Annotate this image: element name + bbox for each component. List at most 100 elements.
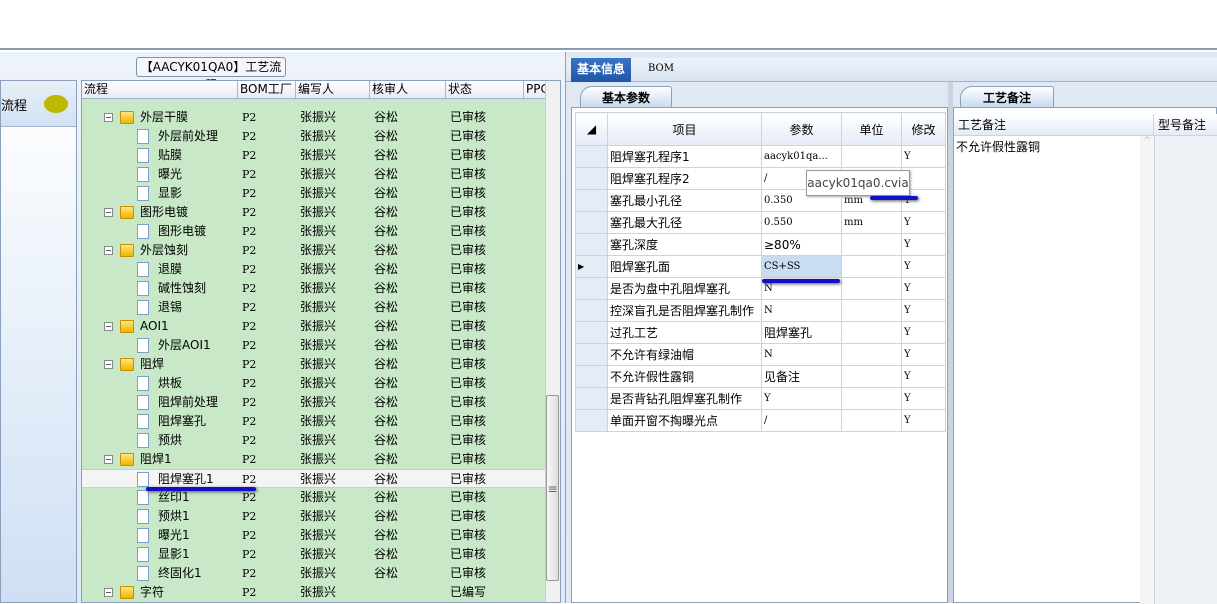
param-modified[interactable]: Y	[901, 387, 946, 410]
tree-row[interactable]: 显影 P2 张振兴 谷松 已审核	[82, 184, 560, 203]
param-modified[interactable]: Y	[901, 299, 946, 322]
param-modified[interactable]: Y	[901, 233, 946, 256]
param-column-header[interactable]: 修改	[901, 112, 946, 146]
param-column-header[interactable]: 单位	[841, 112, 902, 146]
remark-text[interactable]: 不允许假性露铜	[956, 138, 1140, 156]
tree-row[interactable]: 外层前处理 P2 张振兴 谷松 已审核	[82, 127, 560, 146]
column-header[interactable]: BOM工厂	[238, 81, 296, 98]
param-value[interactable]: ≥80%	[761, 233, 842, 256]
param-value[interactable]: N	[761, 343, 842, 366]
param-value[interactable]: aacyk01qa...	[761, 145, 842, 168]
param-value[interactable]: CS+SS	[761, 255, 842, 278]
tree-row[interactable]: − 字符 P2 张振兴 已编写	[82, 583, 560, 602]
tree-row[interactable]: 终固化1 P2 张振兴 谷松 已审核	[82, 564, 560, 583]
param-modified[interactable]: Y	[901, 255, 946, 278]
param-unit[interactable]	[841, 255, 902, 278]
collapse-toggle-icon[interactable]: −	[104, 208, 113, 217]
column-header[interactable]: 流程	[82, 81, 238, 98]
row-indicator[interactable]	[575, 189, 608, 212]
remark-scrollbar[interactable]: ^	[1140, 136, 1154, 604]
param-row[interactable]: 塞孔深度 ≥80% Y	[575, 233, 946, 256]
tree-row[interactable]: − 外层蚀刻 P2 张振兴 谷松 已审核	[82, 241, 560, 260]
tree-row[interactable]: 曝光 P2 张振兴 谷松 已审核	[82, 165, 560, 184]
tree-row[interactable]: 碱性蚀刻 P2 张振兴 谷松 已审核	[82, 279, 560, 298]
row-indicator[interactable]	[575, 387, 608, 410]
param-unit[interactable]	[841, 365, 902, 388]
param-value[interactable]: /	[761, 409, 842, 432]
row-indicator[interactable]	[575, 167, 608, 190]
tree-row[interactable]: 阻焊塞孔 P2 张振兴 谷松 已审核	[82, 412, 560, 431]
collapse-toggle-icon[interactable]: −	[104, 113, 113, 122]
tree-row[interactable]: − 外层干膜 P2 张振兴 谷松 已审核	[82, 108, 560, 127]
param-row[interactable]: 是否背钻孔阻焊塞孔制作 Y Y	[575, 387, 946, 410]
param-row[interactable]: 过孔工艺 阻焊塞孔 Y	[575, 321, 946, 344]
row-indicator[interactable]	[575, 299, 608, 322]
row-indicator[interactable]	[575, 343, 608, 366]
param-modified[interactable]: Y	[901, 365, 946, 388]
param-row[interactable]: 塞孔最大孔径 0.550 mm Y	[575, 211, 946, 234]
param-modified[interactable]: Y	[901, 343, 946, 366]
row-indicator[interactable]	[575, 233, 608, 256]
tree-row[interactable]: 曝光1 P2 张振兴 谷松 已审核	[82, 526, 560, 545]
row-indicator[interactable]	[575, 211, 608, 234]
param-row[interactable]: 单面开窗不掏曝光点 / Y	[575, 409, 946, 432]
tree-row[interactable]: 退锡 P2 张振兴 谷松 已审核	[82, 298, 560, 317]
collapse-toggle-icon[interactable]: −	[104, 246, 113, 255]
param-row[interactable]: 不允许有绿油帽 N Y	[575, 343, 946, 366]
param-row[interactable]: ▶ 阻焊塞孔面 CS+SS Y	[575, 255, 946, 278]
param-unit[interactable]	[841, 409, 902, 432]
tab-bom[interactable]: BOM	[642, 58, 680, 82]
row-indicator[interactable]: ▶	[575, 255, 608, 278]
tree-row[interactable]: 烘板 P2 张振兴 谷松 已审核	[82, 374, 560, 393]
tree-row[interactable]: 预烘1 P2 张振兴 谷松 已审核	[82, 507, 560, 526]
param-modified[interactable]: Y	[901, 277, 946, 300]
tree-row[interactable]: − AOI1 P2 张振兴 谷松 已审核	[82, 317, 560, 336]
tree-row[interactable]: 阻焊塞孔1 P2 张振兴 谷松 已审核	[82, 469, 560, 488]
param-modified[interactable]: Y	[901, 145, 946, 168]
collapse-toggle-icon[interactable]: −	[104, 322, 113, 331]
model-remark-cell[interactable]	[1154, 136, 1217, 604]
column-header[interactable]: 编写人	[296, 81, 370, 98]
tree-row[interactable]: 退膜 P2 张振兴 谷松 已审核	[82, 260, 560, 279]
tree-row[interactable]: 贴膜 P2 张振兴 谷松 已审核	[82, 146, 560, 165]
param-value[interactable]: Y	[761, 387, 842, 410]
param-unit[interactable]	[841, 233, 902, 256]
row-indicator[interactable]	[575, 277, 608, 300]
param-unit[interactable]	[841, 299, 902, 322]
param-value[interactable]: 阻焊塞孔	[761, 321, 842, 344]
tree-row[interactable]: 图形电镀 P2 张振兴 谷松 已审核	[82, 222, 560, 241]
chat-bubble-icon[interactable]	[44, 95, 68, 113]
param-modified[interactable]: Y	[901, 409, 946, 432]
param-row[interactable]: 阻焊塞孔程序1 aacyk01qa... Y	[575, 145, 946, 168]
param-row[interactable]: 是否为盘中孔阻焊塞孔 N Y	[575, 277, 946, 300]
row-indicator[interactable]	[575, 145, 608, 168]
param-unit[interactable]	[841, 277, 902, 300]
param-modified[interactable]: Y	[901, 211, 946, 234]
tree-row[interactable]: − 阻焊1 P2 张振兴 谷松 已审核	[82, 450, 560, 469]
param-unit[interactable]	[841, 343, 902, 366]
collapse-toggle-icon[interactable]: −	[104, 455, 113, 464]
param-value[interactable]: 0.550	[761, 211, 842, 234]
tab-process-remarks[interactable]: 工艺备注	[960, 86, 1054, 108]
param-value[interactable]: 见备注	[761, 365, 842, 388]
param-row[interactable]: 不允许假性露铜 见备注 Y	[575, 365, 946, 388]
column-header[interactable]: 核审人	[370, 81, 446, 98]
tree-row[interactable]: 外层AOI1 P2 张振兴 谷松 已审核	[82, 336, 560, 355]
row-indicator[interactable]	[575, 409, 608, 432]
param-unit[interactable]: mm	[841, 211, 902, 234]
scrollbar-thumb[interactable]: ≡	[546, 395, 559, 581]
param-unit[interactable]	[841, 145, 902, 168]
param-unit[interactable]	[841, 387, 902, 410]
tree-row[interactable]: 预烘 P2 张振兴 谷松 已审核	[82, 431, 560, 450]
param-unit[interactable]	[841, 321, 902, 344]
tree-row[interactable]: − 阻焊 P2 张振兴 谷松 已审核	[82, 355, 560, 374]
tree-row[interactable]: 阻焊前处理 P2 张振兴 谷松 已审核	[82, 393, 560, 412]
param-modified[interactable]: Y	[901, 321, 946, 344]
param-value[interactable]: N	[761, 299, 842, 322]
column-header[interactable]: 状态	[446, 81, 524, 98]
tab-basic-params[interactable]: 基本参数	[580, 86, 672, 108]
param-row[interactable]: 控深盲孔是否阻焊塞孔制作 N Y	[575, 299, 946, 322]
tab-basic-info[interactable]: 基本信息	[571, 58, 632, 82]
collapse-toggle-icon[interactable]: −	[104, 360, 113, 369]
param-column-header[interactable]: 参数	[761, 112, 842, 146]
